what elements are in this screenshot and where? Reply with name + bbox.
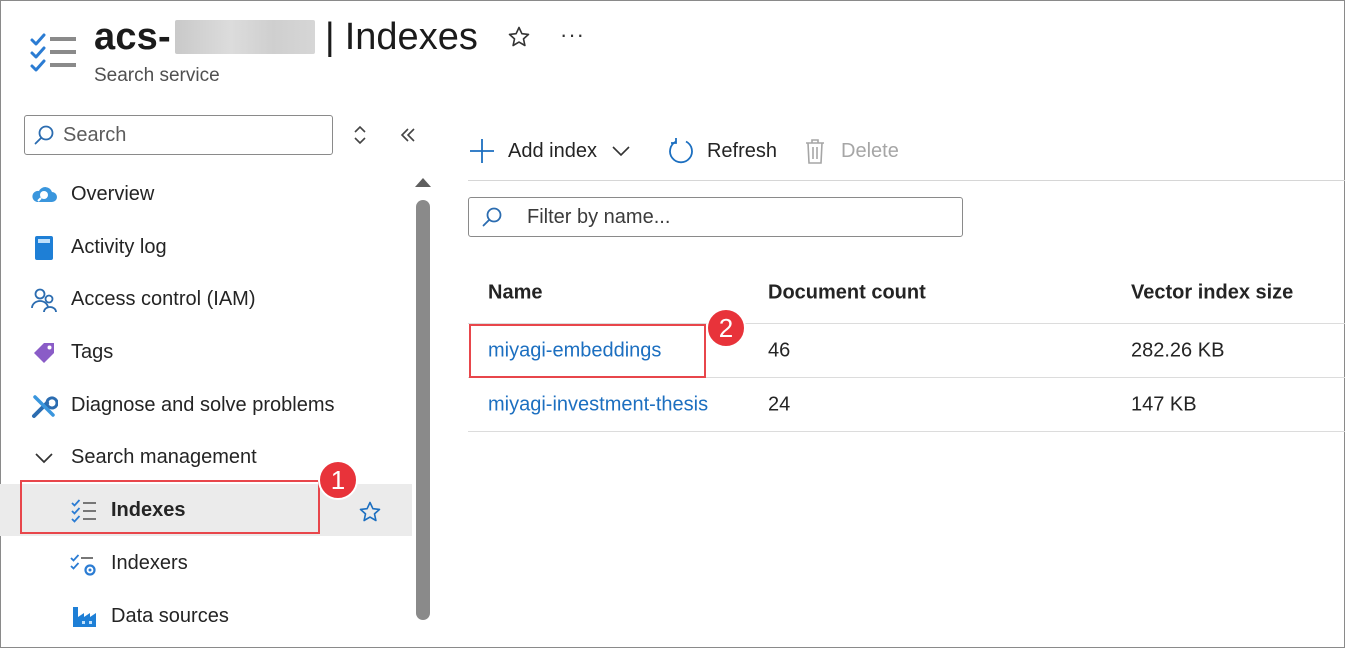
refresh-icon: [669, 138, 693, 164]
column-header-document-count[interactable]: Document count: [768, 281, 926, 304]
sort-updown-icon[interactable]: [350, 124, 370, 146]
sidebar-search-input[interactable]: [63, 123, 313, 147]
resource-name: acs-: [94, 15, 171, 58]
filter-by-name-input[interactable]: [527, 205, 947, 229]
page-title: acs- | Indexes: [94, 14, 478, 60]
sidebar-item-activity-log[interactable]: Activity log: [0, 221, 412, 273]
wrench-icon: [32, 395, 58, 418]
sidebar-item-label: Activity log: [71, 235, 167, 258]
chevron-down-icon: [612, 146, 630, 157]
sidebar-search-box[interactable]: [24, 115, 333, 155]
sidebar-item-access-control[interactable]: Access control (IAM): [0, 273, 412, 325]
title-separator: |: [324, 15, 335, 58]
document-count-cell: 46: [768, 339, 791, 361]
sidebar-item-label: Indexers: [111, 551, 188, 574]
indexer-gear-icon: [70, 554, 96, 576]
highlight-box-indexes: [20, 480, 320, 534]
sidebar-group-label: Search management: [71, 445, 257, 468]
delete-label: Delete: [841, 139, 899, 162]
step-badge-2: 2: [706, 308, 746, 348]
highlight-box-miyagi-embeddings: [469, 324, 706, 378]
trash-icon: [806, 139, 824, 164]
table-row: miyagi-investment-thesis 24 147 KB: [468, 378, 1345, 432]
people-icon: [31, 288, 57, 313]
vector-index-size-cell: 282.26 KB: [1131, 339, 1225, 361]
table-header-row: Name Document count Vector index size: [468, 262, 1345, 324]
column-header-vector-index-size[interactable]: Vector index size: [1131, 281, 1293, 304]
sidebar-item-label: Access control (IAM): [71, 287, 256, 310]
plus-icon: [470, 139, 494, 163]
page-name: Indexes: [344, 15, 478, 58]
sidebar-item-indexers[interactable]: Indexers: [0, 537, 412, 589]
factory-icon: [73, 607, 96, 627]
favorite-indexes-star-icon[interactable]: [358, 500, 382, 524]
sidebar-item-overview[interactable]: Overview: [0, 168, 412, 220]
sidebar-item-label: Tags: [71, 340, 114, 363]
document-count-cell: 24: [768, 393, 791, 415]
index-link-miyagi-investment-thesis[interactable]: miyagi-investment-thesis: [488, 393, 708, 416]
sidebar-item-tags[interactable]: Tags: [0, 326, 412, 378]
cloud-search-icon: [32, 187, 57, 202]
filter-box[interactable]: [468, 197, 963, 237]
sidebar-item-data-sources[interactable]: Data sources: [0, 590, 412, 642]
scroll-up-arrow[interactable]: [415, 178, 431, 187]
log-book-icon: [35, 236, 53, 260]
command-bar: Add index Refresh Delete: [468, 126, 899, 176]
refresh-label: Refresh: [706, 139, 777, 162]
tag-icon: [34, 343, 54, 363]
more-options-button[interactable]: ···: [560, 22, 585, 48]
collapse-sidebar-icon[interactable]: [397, 124, 419, 146]
favorite-star-icon[interactable]: [506, 24, 532, 50]
column-header-name[interactable]: Name: [488, 281, 542, 304]
sidebar-item-label: Data sources: [111, 604, 229, 627]
delete-button[interactable]: Delete: [803, 126, 899, 176]
search-icon: [482, 207, 502, 227]
refresh-button[interactable]: Refresh: [667, 126, 777, 176]
search-icon: [34, 125, 54, 145]
sidebar-item-label: Overview: [71, 182, 155, 205]
add-index-button[interactable]: Add index: [468, 126, 631, 176]
add-index-label: Add index: [508, 139, 597, 162]
sidebar-item-label: Diagnose and solve problems: [71, 393, 335, 416]
redacted-resource-name: [174, 20, 315, 54]
vector-index-size-cell: 147 KB: [1131, 393, 1197, 415]
sidebar-scrollbar-thumb[interactable]: [416, 200, 430, 620]
toolbar-divider: [468, 180, 1345, 181]
resource-type-subtitle: Search service: [94, 65, 220, 86]
chevron-down-icon: [35, 453, 53, 464]
search-service-list-icon: [30, 33, 76, 72]
step-badge-1: 1: [318, 460, 358, 500]
sidebar-item-diagnose[interactable]: Diagnose and solve problems: [0, 379, 412, 431]
